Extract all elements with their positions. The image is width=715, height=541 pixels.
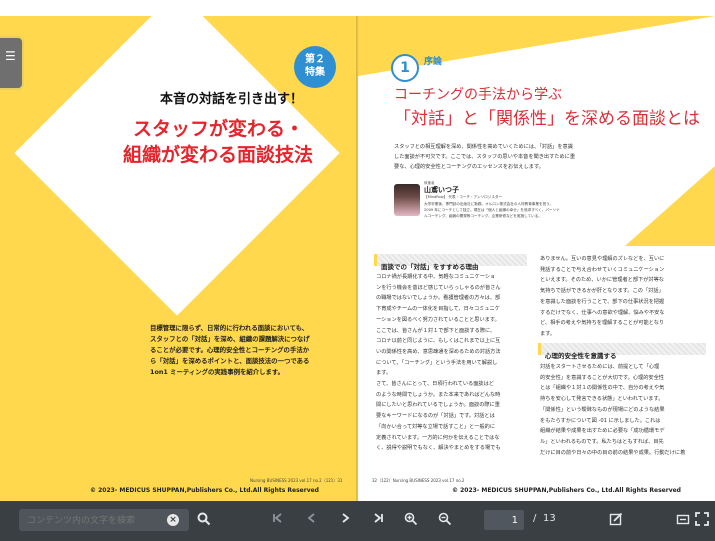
- author-bio: 大学卒業後、専門誌の出版社に勤務。オルロン株式会社の人材教育事業を担う。 200…: [424, 201, 560, 219]
- body-line: ここでは、皆さんが１対１で部下と面談する際に、: [376, 327, 496, 334]
- section-label: 序論: [424, 57, 443, 67]
- page-number-input[interactable]: [484, 510, 524, 530]
- first-page-icon[interactable]: [270, 512, 286, 530]
- lead-line: ることが必要です。心理的安全性とコーチングの手法か: [150, 346, 310, 354]
- search-icon[interactable]: [196, 512, 212, 530]
- total-pages: 13: [543, 513, 556, 524]
- next-page-icon[interactable]: [337, 512, 353, 530]
- body-line: をもたらすかについて図 -01 に示しました。これは: [540, 417, 661, 424]
- body-line: するだけでなく、仕事への意欲や理解、悩みや不安な: [540, 309, 665, 316]
- body-line: について、「コーチング」という手法を用いて解説し: [376, 359, 498, 366]
- author-affiliation: 【Mindflow】 代表・コーチ・アンソロジスター: [424, 195, 503, 199]
- body-line: ど、相手の考えや気持ちを理解することが可能となり: [540, 320, 665, 327]
- heading-safety: 心理的安全性を意識する: [538, 343, 706, 360]
- top-bar: [0, 0, 715, 16]
- bio-line: ルコーチング、組織の開発等コーチング、企業研修などを実施している。: [424, 214, 542, 218]
- page-gutter: [356, 16, 359, 501]
- left-folio: Nursing BUSINESS 2023 vol.17 no.2（121）31: [250, 478, 343, 483]
- body-line: ンを行う機会を昔ほど感じていらっしゃるのが皆さん: [376, 284, 501, 291]
- column-1: コロナ禍が長期化する中、気軽なコミュニケーショ ンを行う機会を昔ほど感じていらっ…: [376, 272, 526, 454]
- heading-reason: 面談での「対話」をすすめる理由: [374, 254, 527, 271]
- lead-line: 目標管理に限らず、日常的に行われる面談においても、: [150, 324, 309, 332]
- body-line: 持ちを安心して発言できる状態」といわれています。: [540, 396, 664, 403]
- body-line: 要なキーワードになるのが「対話」です。対話とは: [376, 413, 495, 420]
- intro-line: スタッフとの相互理解を深め、関係性を高めていくためには、「対話」を意識: [394, 144, 573, 150]
- book-viewer: 第２ 特集 本音の対話を引き出す！ スタッフが変わる・ 組織が変わる面談技法 目…: [0, 16, 715, 501]
- author-photo: [394, 184, 420, 216]
- column-2: ありません。互いの意見や理解のズレなどを、互いに 発話することで与え合わせていく…: [540, 254, 705, 340]
- fullscreen-icon[interactable]: [694, 512, 710, 530]
- badge-label: 特集: [305, 67, 325, 78]
- body-line: 発話することで与え合わせていくコミュニケーション: [540, 266, 665, 273]
- bottom-toolbar: × / 13: [0, 501, 715, 541]
- left-copyright: © 2023- MEDICUS SHUPPAN,Publishers Co., …: [90, 487, 319, 494]
- body-line: のような時間でしょうか。また本来であればどんな時: [376, 391, 501, 398]
- body-line: 「向かい合って対等な立場で話すこと」と一般的に: [376, 423, 496, 430]
- body-line: 気持ちで話ができるかが肝となります。この「対話」: [540, 288, 664, 295]
- body-line: ます。: [540, 330, 556, 337]
- lead-line: スタッフとの「対話」を深め、組織の課題解決につなげ: [150, 335, 310, 343]
- body-line: コロナ以前と同じように、もしくはこれまで以上に互: [376, 338, 501, 345]
- column-2b: 対話をスタートさせるためには、前提として「心理 的安全性」を意識することが大切で…: [540, 362, 705, 458]
- left-title-line2: 組織が変わる面談技法: [123, 144, 314, 166]
- export-icon[interactable]: [675, 512, 691, 530]
- page-separator: /: [533, 513, 537, 524]
- lead-line: 1on1 ミーティングの実践事例を紹介します。: [150, 368, 285, 376]
- headline-line2: 「対話」と「関係性」を深める面談とは: [394, 109, 700, 129]
- headline-line1: コーチングの手法から学ぶ: [394, 87, 562, 103]
- body-line: く、説得や説明でもなく、解決やまとめをする場でも: [376, 445, 501, 452]
- badge-number: 第２: [305, 54, 325, 65]
- body-line: とは「組織や１対１の関係性の中で、自分の考えや気: [540, 385, 665, 392]
- body-line: いの関係性を高め、意思疎通を深めるための対話方法: [376, 348, 501, 355]
- lead-line: ら「対話」を深めるポイントと、面談技法の一つである: [150, 357, 310, 365]
- left-subtitle: 本音の対話を引き出す！: [160, 92, 304, 107]
- body-line: ル」といわれるものです。私たちはともすれば、目先: [540, 438, 664, 445]
- body-line: ありません。互いの意見や理解のズレなどを、互いに: [540, 256, 665, 262]
- right-folio: 32（122）Nursing BUSINESS 2023 vol.17 no.2: [372, 478, 465, 483]
- heading-safety-text: 心理的安全性を意識する: [545, 352, 617, 360]
- body-line: 下育成やチームの一体化を目指して、日々コミュニケ: [376, 306, 500, 313]
- search-input[interactable]: [25, 512, 159, 530]
- heading-reason-text: 面談での「対話」をすすめる理由: [381, 263, 479, 271]
- body-line: を意識した面談を行うことで、部下の仕事状況を把握: [540, 298, 665, 305]
- previous-page-icon[interactable]: [304, 512, 320, 530]
- yellow-corner-right: [625, 166, 715, 246]
- intro-line: した面談が不可欠です。ここでは、スタッフの思いや本音を聞き出すために重: [394, 154, 576, 160]
- body-line: の職場ではないでしょうか。看護管理者の方々は、部: [376, 295, 501, 302]
- body-line: 定義されています。一方的に何かを伝えることではな: [376, 434, 500, 441]
- body-line: コロナ禍が長期化する中、気軽なコミュニケーショ: [376, 274, 496, 280]
- left-title-line1: スタッフが変わる・: [133, 118, 305, 140]
- edit-icon[interactable]: [608, 512, 624, 530]
- left-page: 第２ 特集 本音の対話を引き出す！ スタッフが変わる・ 組織が変わる面談技法 目…: [0, 16, 358, 501]
- body-line: 組織が結果や成果を出すために必要な「成功循環モデ: [540, 428, 665, 435]
- section-number-circle: 1: [391, 54, 419, 82]
- author-name: 山鳶いつ子: [424, 186, 459, 194]
- clear-search-icon[interactable]: ×: [167, 514, 179, 526]
- body-line: だけに目の前や日々の中の目の前の結果や成果。行動だけに着: [540, 449, 686, 456]
- body-line: ます。: [376, 370, 392, 377]
- body-line: といえます。そのため、いかに管理者と部下が対等な: [540, 277, 664, 284]
- body-line: 間にしたいと思われているでしょうか。面談の際に重: [376, 402, 500, 409]
- body-line: 的安全性」を意識することが大切です。心理的安全性: [540, 374, 664, 381]
- body-line: 「関係性」という曖昧なものが現場にどのような結果: [540, 406, 665, 413]
- section-number: 1: [400, 60, 410, 76]
- side-menu-button[interactable]: ☰: [0, 36, 24, 90]
- lead-text: 目標管理に限らず、日常的に行われる面談においても、 スタッフとの「対話」を深め、…: [150, 323, 350, 378]
- intro-line: 要な、心理的安全性とコーチングのエッセンスをお伝えします。: [394, 164, 544, 170]
- search-box: ×: [19, 509, 189, 531]
- zoom-out-icon[interactable]: [437, 512, 453, 530]
- right-page: 1 序論 コーチングの手法から学ぶ 「対話」と「関係性」を深める面談とは スタッ…: [358, 16, 715, 501]
- feature-badge: 第２ 特集: [294, 46, 336, 88]
- intro-text: スタッフとの相互理解を深め、関係性を高めていくためには、「対話」を意識 した面談…: [394, 142, 575, 172]
- body-line: 対話をスタートさせるためには、前提として「心理: [540, 364, 660, 370]
- menu-icon: ☰: [5, 49, 16, 63]
- last-page-icon[interactable]: [370, 512, 386, 530]
- zoom-in-icon[interactable]: [403, 512, 419, 530]
- body-line: さて、皆さんにとって、日頃行われている面談はど: [376, 381, 494, 388]
- body-line: ーションを図るべく努力されていることと思います。: [376, 316, 500, 323]
- right-copyright: © 2023- MEDICUS SHUPPAN,Publishers Co., …: [452, 487, 681, 494]
